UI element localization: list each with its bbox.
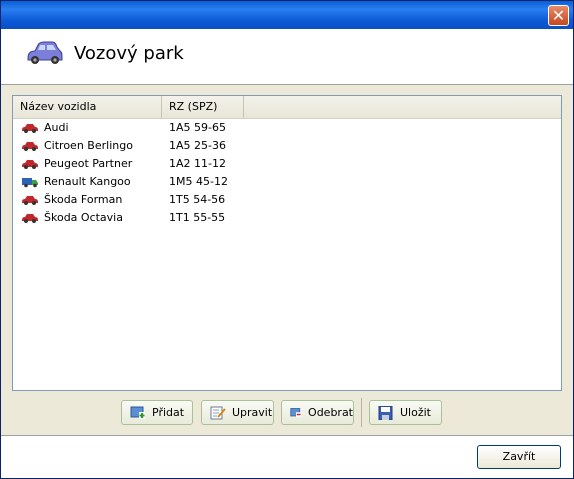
toolbar-separator [361, 398, 362, 427]
table-row[interactable]: Peugeot Partner 1A2 11-12 [13, 155, 561, 173]
save-icon [378, 405, 393, 420]
table-row[interactable]: Citroen Berlingo 1A5 25-36 [13, 137, 561, 155]
vehicle-rz: 1A5 25-36 [169, 139, 226, 152]
table-row[interactable]: Audi 1A5 59-65 [13, 119, 561, 137]
car-icon [27, 41, 63, 64]
vehicle-name: Škoda Forman [44, 193, 123, 206]
red-car-icon [22, 124, 38, 133]
table-row[interactable]: Škoda Forman 1T5 54-56 [13, 191, 561, 209]
vehicle-name: Citroen Berlingo [44, 139, 133, 152]
close-button[interactable]: Zavřít [477, 445, 561, 469]
vehicle-name: Peugeot Partner [44, 157, 133, 170]
column-header-rz[interactable]: RZ (SPZ) [162, 96, 244, 118]
vehicle-name: Škoda Octavia [44, 211, 123, 224]
remove-button[interactable]: Odebrat [281, 400, 354, 425]
title-bar[interactable]: ✕ [1, 1, 573, 29]
page-title: Vozový park [74, 43, 184, 64]
edit-button[interactable]: Upravit [201, 400, 274, 425]
vehicle-rz: 1M5 45-12 [169, 175, 228, 188]
vehicle-list[interactable]: Název vozidla RZ (SPZ) Audi 1A5 59-65 Ci… [12, 95, 562, 391]
table-row[interactable]: Škoda Octavia 1T1 55-55 [13, 209, 561, 227]
vehicle-rz: 1T1 55-55 [169, 211, 226, 224]
add-button-label: Přidat [152, 406, 185, 419]
edit-button-label: Upravit [232, 406, 273, 419]
red-car-icon [22, 196, 38, 205]
vehicle-rz: 1A2 11-12 [169, 157, 226, 170]
red-car-icon [22, 160, 38, 169]
header-panel: Vozový park [1, 29, 573, 85]
add-icon [130, 406, 145, 419]
vehicle-name: Audi [44, 121, 69, 134]
remove-icon [290, 407, 302, 417]
van-icon [22, 178, 38, 188]
vehicle-name: Renault Kangoo [44, 175, 131, 188]
save-button[interactable]: Uložit [369, 400, 442, 425]
remove-button-label: Odebrat [308, 406, 353, 419]
dialog-window: ✕ Vozový park Název vozidla RZ (SPZ) Aud… [0, 0, 574, 479]
add-button[interactable]: Přidat [121, 400, 193, 425]
list-header: Název vozidla RZ (SPZ) [13, 96, 561, 119]
column-header-name[interactable]: Název vozidla [13, 96, 162, 118]
table-row[interactable]: Renault Kangoo 1M5 45-12 [13, 173, 561, 191]
edit-icon [210, 406, 226, 419]
vehicle-rz: 1A5 59-65 [169, 121, 226, 134]
red-car-icon [22, 142, 38, 151]
close-icon[interactable]: ✕ [548, 5, 569, 26]
vehicle-rz: 1T5 54-56 [169, 193, 226, 206]
save-button-label: Uložit [400, 406, 431, 419]
red-car-icon [22, 214, 38, 223]
